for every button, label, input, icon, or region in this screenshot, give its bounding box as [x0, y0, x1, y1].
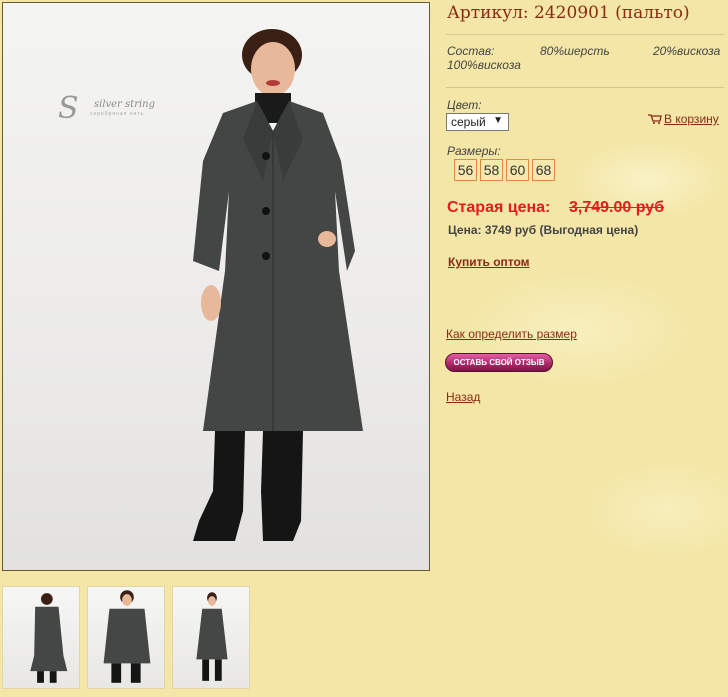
size-option-58[interactable]: 58 — [480, 159, 503, 181]
leave-review-button[interactable]: ОСТАВЬ СВОЙ ОТЗЫВ — [445, 353, 553, 372]
composition-label: Состав: — [447, 44, 495, 58]
composition-value: 80%шерсть — [540, 44, 610, 58]
thumbnail-full-view[interactable] — [172, 586, 250, 689]
size-option-56[interactable]: 56 — [454, 159, 477, 181]
cart-icon — [648, 114, 662, 124]
size-option-60[interactable]: 60 — [506, 159, 529, 181]
old-price-value: 3,749.00 руб — [569, 199, 665, 216]
size-guide-link[interactable]: Как определить размер — [446, 327, 577, 341]
brand-logo: S silver string серебряная нить — [58, 91, 156, 126]
color-label: Цвет: — [447, 98, 482, 112]
add-to-cart-label: В корзину — [664, 112, 719, 126]
sizes-label: Размеры: — [447, 144, 501, 158]
composition-value: 20%вискоза — [653, 44, 721, 58]
size-option-68[interactable]: 68 — [532, 159, 555, 181]
buy-wholesale-link[interactable]: Купить оптом — [448, 255, 530, 269]
dropdown-arrow-icon: ▼ — [493, 115, 503, 126]
product-title: Артикул: 2420901 (пальто) — [447, 3, 690, 23]
thumbnail-front-view[interactable] — [87, 586, 165, 689]
old-price-label: Старая цена: — [447, 199, 551, 216]
model-in-coat-image — [193, 29, 363, 541]
divider — [446, 87, 724, 88]
current-price: Цена: 3749 руб (Выгодная цена) — [448, 223, 639, 237]
color-select[interactable]: серый ▼ — [446, 113, 509, 131]
color-selected-value: серый — [451, 115, 486, 129]
divider — [446, 34, 724, 35]
thumbnail-back-view[interactable] — [2, 586, 80, 689]
add-to-cart-link[interactable]: В корзину — [648, 112, 719, 126]
product-main-photo[interactable]: S silver string серебряная нить — [2, 2, 430, 571]
size-options: 56 58 60 68 — [454, 159, 555, 181]
back-link[interactable]: Назад — [446, 390, 480, 404]
composition-value: 100%вискоза — [447, 58, 521, 72]
